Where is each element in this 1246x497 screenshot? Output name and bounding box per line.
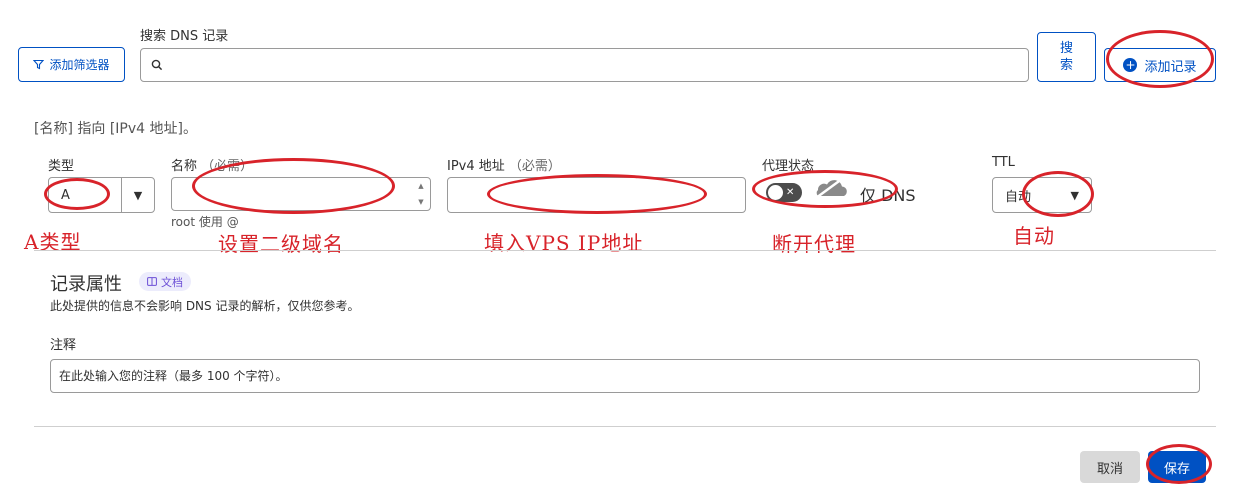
ipv4-label: IPv4 地址 （必需） bbox=[447, 155, 561, 174]
search-field[interactable] bbox=[140, 48, 1029, 82]
name-label: 名称 （必需） bbox=[171, 155, 253, 174]
number-stepper-icon[interactable]: ▲ ▼ bbox=[415, 181, 427, 207]
annotation-ttl: 自动 bbox=[1013, 224, 1055, 248]
divider-bottom bbox=[34, 426, 1216, 427]
proxy-state: 仅 DNS bbox=[860, 186, 916, 205]
search-label: 搜索 DNS 记录 bbox=[140, 29, 229, 44]
toggle-knob bbox=[768, 185, 783, 200]
annotation-proxy: 断开代理 bbox=[772, 232, 856, 256]
filter-icon bbox=[33, 59, 45, 70]
proxy-toggle[interactable]: ✕ bbox=[766, 183, 802, 202]
save-button[interactable]: 保存 bbox=[1148, 451, 1206, 483]
ttl-value: 自动 bbox=[1005, 189, 1032, 205]
search-button-label-2: 索 bbox=[1059, 58, 1073, 73]
comment-label: 注释 bbox=[50, 338, 77, 353]
type-select[interactable]: A ▼ bbox=[48, 177, 155, 213]
cancel-button[interactable]: 取消 bbox=[1080, 451, 1140, 483]
add-record-button[interactable]: + 添加记录 bbox=[1104, 48, 1216, 82]
search-button[interactable]: 搜索 bbox=[1037, 32, 1096, 82]
docs-badge-label: 文档 bbox=[161, 275, 183, 289]
record-preview: [名称] 指向 [IPv4 地址]。 bbox=[34, 121, 197, 137]
search-button-label-1: 搜 bbox=[1059, 41, 1073, 56]
plus-circle-icon: + bbox=[1123, 58, 1138, 72]
comment-field[interactable] bbox=[50, 359, 1200, 393]
caret-down-icon: ▼ bbox=[1070, 188, 1079, 202]
ttl-select[interactable]: 自动 ▼ bbox=[992, 177, 1092, 213]
docs-badge[interactable]: 文档 bbox=[139, 272, 191, 291]
name-required: （必需） bbox=[201, 159, 254, 174]
ttl-label: TTL bbox=[992, 155, 1015, 170]
comment-input[interactable] bbox=[51, 360, 1199, 392]
annotation-name: 设置二级域名 bbox=[218, 232, 344, 256]
cloud-icon bbox=[815, 176, 847, 200]
divider bbox=[34, 250, 1216, 251]
annotation-ipv4: 填入VPS IP地址 bbox=[484, 231, 644, 255]
chevron-down-icon[interactable]: ▼ bbox=[121, 178, 154, 212]
ipv4-required: （必需） bbox=[508, 159, 561, 174]
name-input[interactable]: ▲ ▼ bbox=[171, 177, 431, 211]
add-filter-label: 添加筛选器 bbox=[49, 58, 110, 72]
close-icon: ✕ bbox=[786, 187, 795, 198]
add-record-label: 添加记录 bbox=[1144, 59, 1197, 75]
add-filter-button[interactable]: 添加筛选器 bbox=[18, 47, 125, 82]
ipv4-label-text: IPv4 地址 bbox=[447, 159, 505, 174]
record-attributes-description: 此处提供的信息不会影响 DNS 记录的解析，仅供您参考。 bbox=[50, 299, 360, 313]
ipv4-input[interactable] bbox=[447, 177, 746, 213]
type-label: 类型 bbox=[48, 159, 75, 174]
search-icon bbox=[151, 59, 163, 71]
proxy-status-label: 代理状态 bbox=[762, 159, 815, 174]
book-icon bbox=[147, 277, 157, 286]
search-input[interactable] bbox=[169, 50, 1028, 80]
name-label-text: 名称 bbox=[171, 159, 198, 174]
record-attributes-title: 记录属性 bbox=[50, 274, 122, 295]
type-value: A bbox=[61, 187, 70, 203]
